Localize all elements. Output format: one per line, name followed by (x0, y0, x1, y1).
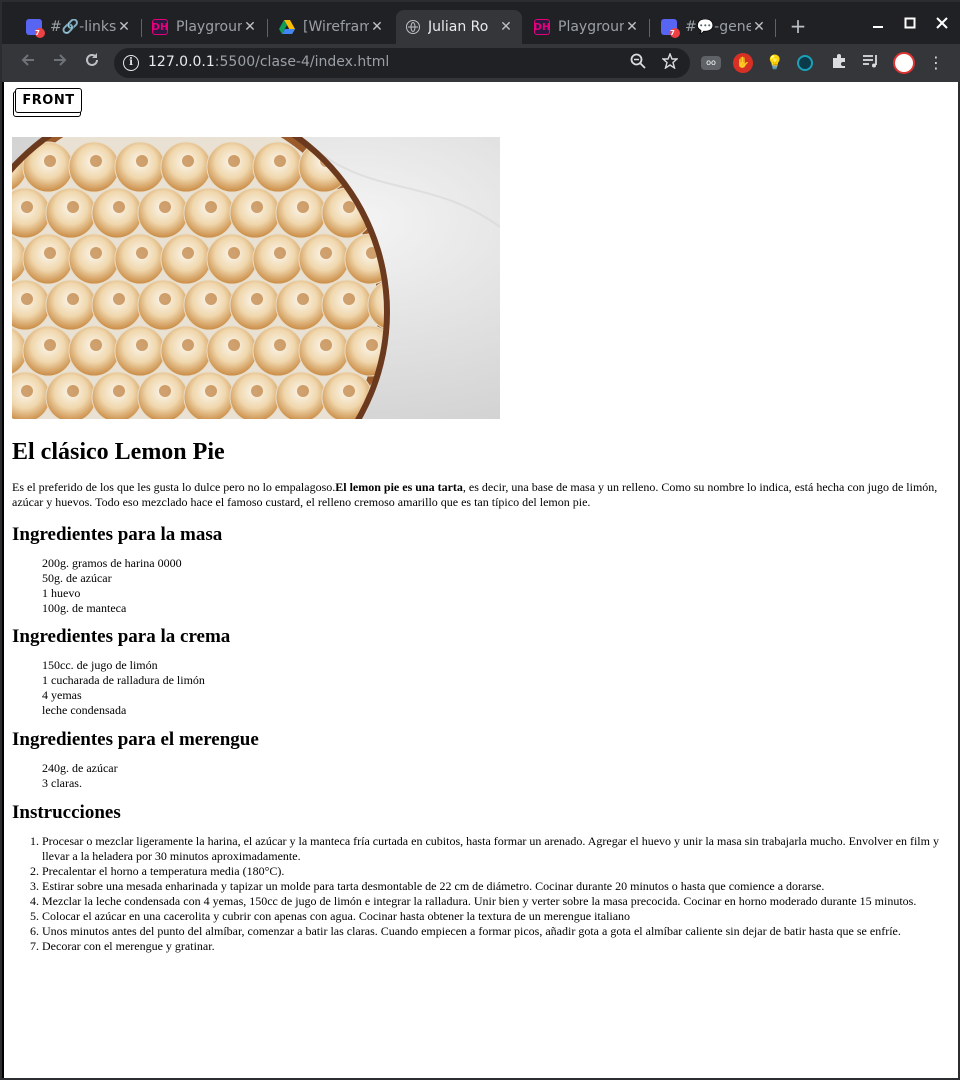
tab-title: Playground (558, 19, 624, 35)
list-item: 150cc. de jugo de limón (42, 658, 158, 672)
dh-icon: DH (152, 19, 168, 35)
site-info-icon[interactable]: i (123, 55, 139, 71)
zoom-icon[interactable] (628, 53, 648, 73)
avatar[interactable] (893, 52, 915, 74)
lightbulb-icon[interactable]: 💡 (765, 53, 785, 73)
list-item: 240g. de azúcar (42, 761, 118, 775)
address-bar[interactable]: i 127.0.0.1:5500/clase-4/index.html (114, 48, 690, 78)
close-tab-icon[interactable]: ✕ (242, 19, 258, 35)
close-tab-icon[interactable]: ✕ (624, 19, 640, 35)
tab-title: #🔗-links (50, 19, 116, 35)
web-page: FRONT El clásico Lemon Pie Es el preferi… (4, 82, 958, 1078)
recipe-content: El clásico Lemon Pie Es el preferido de … (12, 437, 942, 954)
url-text: 127.0.0.1:5500/clase-4/index.html (148, 54, 390, 70)
instructions-list: Procesar o mezclar ligeramente la harina… (12, 834, 942, 954)
close-tab-icon[interactable]: ✕ (498, 19, 514, 35)
bookmark-star-icon[interactable] (660, 52, 680, 73)
tab-wireframe[interactable]: [Wireframe] ✕ (269, 10, 393, 44)
section-heading-instrucciones: Instrucciones (12, 802, 121, 823)
browser-window: 7 #🔗-links ✕ DH Playground ✕ [Wireframe]… (0, 0, 960, 1080)
ingredients-list-merengue: 240g. de azúcar 3 claras. (12, 761, 942, 791)
tab-links[interactable]: 7 #🔗-links ✕ (16, 10, 140, 44)
section-heading-crema: Ingredientes para la crema (12, 626, 231, 647)
list-item: 1 cucharada de ralladura de limón (42, 673, 205, 687)
list-item: leche condensada (42, 703, 127, 717)
instruction-step: Procesar o mezclar ligeramente la harina… (42, 834, 942, 864)
ingredients-list-masa: 200g. gramos de harina 0000 50g. de azúc… (12, 556, 942, 616)
intro-paragraph: Es el preferido de los que les gusta lo … (12, 480, 938, 509)
tab-title: Playground (176, 19, 242, 35)
list-item: 3 claras. (42, 776, 82, 790)
dh-icon: DH (534, 19, 550, 35)
instruction-step: Decorar con el merengue y gratinar. (42, 939, 942, 954)
tab-strip: 7 #🔗-links ✕ DH Playground ✕ [Wireframe]… (2, 2, 960, 44)
tab-separator (775, 19, 776, 37)
instruction-step: Colocar el azúcar en una cacerolita y cu… (42, 909, 942, 924)
tab-playground-1[interactable]: DH Playground ✕ (142, 10, 266, 44)
tab-title: #💬-general (685, 19, 751, 35)
maximize-icon[interactable] (898, 12, 922, 36)
ingredients-list-crema: 150cc. de jugo de limón 1 cucharada de r… (12, 658, 942, 718)
list-item: 50g. de azúcar (42, 571, 112, 585)
discord-icon: 7 (661, 19, 680, 38)
close-tab-icon[interactable]: ✕ (369, 19, 385, 35)
tab-separator (267, 19, 268, 37)
extension-icon[interactable]: oo (701, 56, 721, 70)
instruction-step: Mezclar la leche condensada con 4 yemas,… (42, 894, 942, 909)
extension-circle-icon[interactable] (797, 55, 813, 71)
tab-title: [Wireframe] (303, 19, 369, 35)
reload-icon[interactable] (80, 51, 104, 75)
forward-arrow-icon[interactable] (48, 51, 72, 75)
block-extension-icon[interactable]: ✋ (733, 53, 753, 73)
close-window-icon[interactable] (930, 12, 954, 36)
tab-julian-active[interactable]: Julian Ro ✕ (396, 10, 522, 44)
close-tab-icon[interactable]: ✕ (751, 19, 767, 35)
back-arrow-icon[interactable] (16, 51, 40, 75)
list-item: 1 huevo (42, 586, 81, 600)
list-item: 100g. de manteca (42, 601, 127, 615)
tab-general[interactable]: 7 #💬-general ✕ (651, 10, 775, 44)
lemon-pie-image (12, 137, 500, 419)
tab-playground-2[interactable]: DH Playground ✕ (524, 10, 648, 44)
browser-toolbar: i 127.0.0.1:5500/clase-4/index.html oo ✋… (2, 44, 960, 82)
tab-separator (649, 19, 650, 37)
page-title: El clásico Lemon Pie (12, 439, 225, 465)
menu-kebab-icon[interactable]: ⋮ (926, 53, 946, 73)
discord-icon: 7 (26, 19, 45, 38)
instruction-step: Unos minutos antes del punto del almíbar… (42, 924, 942, 939)
media-queue-icon[interactable] (861, 53, 881, 73)
puzzle-icon[interactable] (829, 53, 849, 73)
globe-icon (406, 20, 420, 34)
tab-title: Julian Ro (428, 19, 489, 35)
logo: FRONT (13, 88, 82, 117)
section-heading-merengue: Ingredientes para el merengue (12, 729, 259, 750)
list-item: 4 yemas (42, 688, 82, 702)
google-drive-icon (279, 19, 295, 35)
instruction-step: Estirar sobre una mesada enharinada y ta… (42, 879, 942, 894)
new-tab-button[interactable]: + (788, 16, 808, 36)
instruction-step: Precalentar el horno a temperatura media… (42, 864, 942, 879)
minimize-icon[interactable] (866, 12, 890, 36)
logo-text: FRONT (15, 88, 82, 113)
close-tab-icon[interactable]: ✕ (116, 19, 132, 35)
section-heading-masa: Ingredientes para la masa (12, 524, 223, 545)
list-item: 200g. gramos de harina 0000 (42, 556, 182, 570)
